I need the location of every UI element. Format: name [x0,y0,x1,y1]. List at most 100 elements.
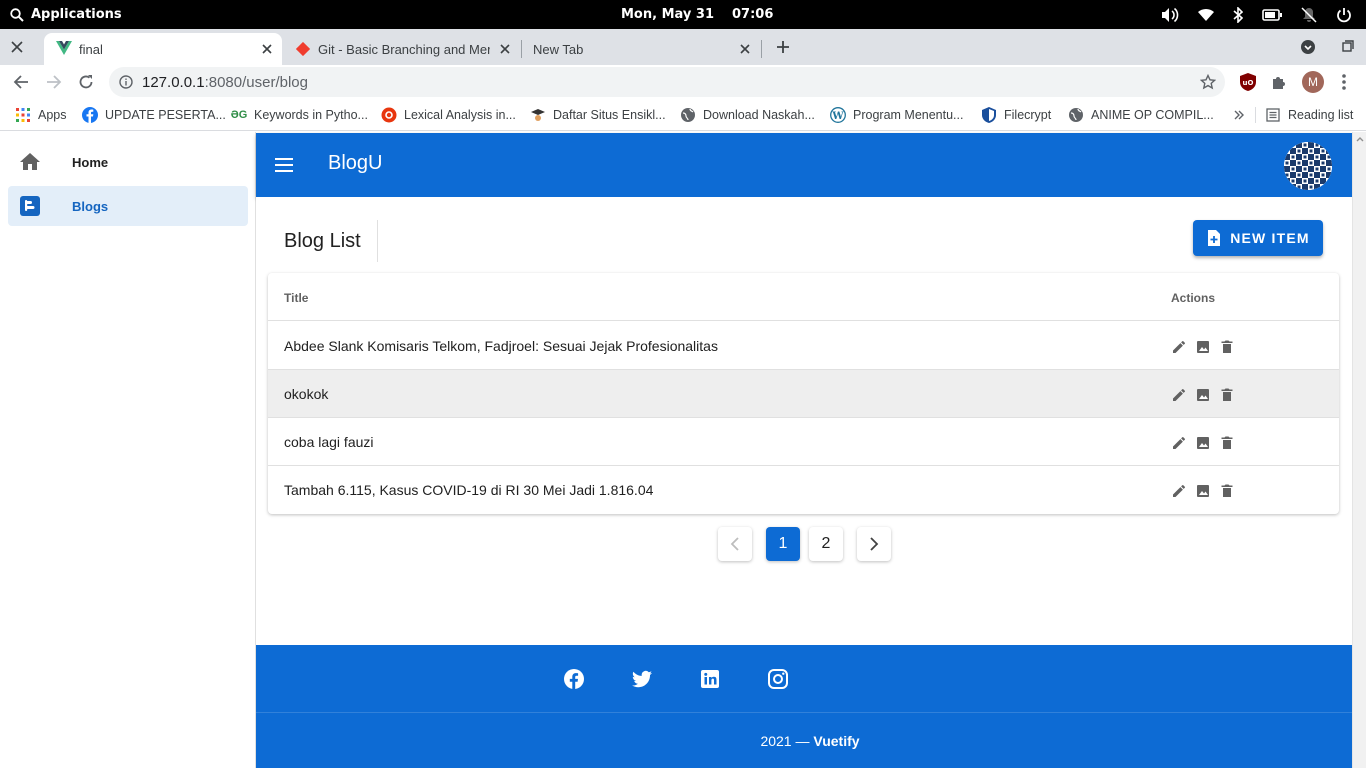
page-button-1[interactable]: 1 [766,527,800,561]
forward-arrow-icon[interactable] [46,74,62,90]
bookmark-label: Filecrypt [1004,107,1052,122]
blog-table: Title Actions Abdee Slank Komisaris Telk… [268,273,1339,514]
column-header-actions: Actions [1171,291,1216,305]
twitter-icon[interactable] [630,667,654,691]
bookmark-apps[interactable]: Apps [15,99,67,130]
table-row[interactable]: Tambah 6.115, Kasus COVID-19 di RI 30 Me… [268,466,1339,514]
close-icon[interactable] [260,42,274,56]
system-top-bar: Applications Mon, May 31 07:06 [0,0,1366,29]
bookmark-daftar-situs[interactable]: Daftar Situs Ensikl... [530,99,666,130]
battery-icon[interactable] [1262,8,1282,21]
applications-menu[interactable]: Applications [10,0,122,29]
vue-icon [56,41,72,55]
facebook-icon[interactable] [562,667,586,691]
scroll-up-icon[interactable] [1353,132,1366,146]
tab-final[interactable]: final [44,33,282,65]
copyright-separator: — [795,733,810,749]
new-item-button[interactable]: NEW ITEM [1193,220,1323,256]
nav-item-home[interactable]: Home [8,142,248,182]
page-button-2[interactable]: 2 [809,527,843,561]
image-icon[interactable] [1194,482,1212,500]
bookmark-label: ANIME OP COMPIL... [1091,107,1214,122]
tab-new-tab[interactable]: New Tab [522,33,760,65]
bookmark-lexical-analysis[interactable]: Lexical Analysis in... [381,99,516,130]
table-row[interactable]: coba lagi fauzi [268,418,1339,466]
image-icon[interactable] [1194,338,1212,356]
tab-git-branching[interactable]: Git - Basic Branching and Merg [284,33,520,65]
image-icon[interactable] [1194,386,1212,404]
copyright-brand[interactable]: Vuetify [813,733,859,749]
wordpress-icon: W [830,106,846,123]
previous-page-button[interactable] [718,527,752,561]
bluetooth-icon[interactable] [1233,6,1243,23]
delete-icon[interactable] [1218,338,1236,356]
bookmark-filecrypt[interactable]: Filecrypt [981,99,1051,130]
wifi-icon[interactable] [1198,8,1214,22]
new-tab-plus-icon[interactable] [775,39,791,55]
applications-label: Applications [31,7,122,22]
reading-list-button[interactable]: Reading list [1265,99,1353,130]
date-text: Mon, May 31 [621,7,714,22]
delete-icon[interactable] [1218,434,1236,452]
pencil-icon[interactable] [1170,386,1188,404]
clock[interactable]: Mon, May 31 07:06 [621,0,773,29]
more-bookmarks-chevron-icon[interactable] [1233,109,1245,121]
delete-icon[interactable] [1218,482,1236,500]
red-circle-icon [381,107,397,123]
delete-icon[interactable] [1218,386,1236,404]
close-icon[interactable] [498,42,512,56]
bookmark-anime-op[interactable]: ANIME OP COMPIL... [1068,99,1214,130]
app-title: BlogU [328,152,383,174]
tab-search-icon[interactable] [1300,39,1316,55]
home-icon [18,150,42,174]
table-row[interactable]: Abdee Slank Komisaris Telkom, Fadjroel: … [268,322,1339,370]
table-row[interactable]: okokok [268,370,1339,418]
system-tray[interactable] [1161,0,1352,29]
restore-window-icon[interactable] [1342,40,1354,52]
extensions-puzzle-icon[interactable] [1271,74,1287,90]
reload-icon[interactable] [78,74,94,90]
bookmark-download-naskah[interactable]: Download Naskah... [680,99,815,130]
notifications-off-icon[interactable] [1301,6,1317,23]
search-icon [10,7,24,22]
address-bar[interactable]: 127.0.0.1:8080/user/blog [109,67,1225,97]
tab-label: Git - Basic Branching and Merg [318,41,490,57]
browser-menu-icon[interactable] [1342,74,1346,90]
row-actions [1170,338,1236,356]
power-icon[interactable] [1336,7,1352,23]
copyright-text: 2021 — Vuetify [256,733,1352,749]
browser-toolbar: 127.0.0.1:8080/user/blog uO M [0,65,1366,99]
linkedin-icon[interactable] [698,667,722,691]
pencil-icon[interactable] [1170,338,1188,356]
url-host: 127.0.0.1 [142,73,205,91]
instagram-icon[interactable] [766,667,790,691]
blog-title-cell: Abdee Slank Komisaris Telkom, Fadjroel: … [284,338,718,354]
site-info-icon[interactable] [119,75,133,89]
pencil-icon[interactable] [1170,482,1188,500]
profile-avatar[interactable]: M [1302,71,1324,93]
bookmark-program-menentu[interactable]: W Program Menentu... [830,99,963,130]
hamburger-menu-icon[interactable] [272,153,296,177]
pencil-icon[interactable] [1170,434,1188,452]
ublock-origin-icon[interactable]: uO [1240,73,1256,91]
user-avatar[interactable] [1284,142,1332,190]
bookmark-update-peserta[interactable]: UPDATE PESERTA... [82,99,226,130]
nav-item-blogs[interactable]: Blogs [8,186,248,226]
table-header: Title Actions [268,273,1339,321]
reading-list-label: Reading list [1288,107,1354,122]
bookmark-keywords-python[interactable]: ƏG Keywords in Pytho... [231,99,368,130]
blog-title-cell: Tambah 6.115, Kasus COVID-19 di RI 30 Me… [284,482,654,498]
blog-title-cell: okokok [284,386,329,402]
image-icon[interactable] [1194,434,1212,452]
back-arrow-icon[interactable] [13,74,29,90]
column-header-title[interactable]: Title [284,291,308,305]
close-icon[interactable] [738,42,752,56]
next-page-button[interactable] [857,527,891,561]
page-scrollbar[interactable] [1352,132,1366,768]
volume-icon[interactable] [1161,7,1179,23]
social-links [562,667,790,691]
time-text: 07:06 [732,7,774,22]
bookmark-star-icon[interactable] [1200,74,1216,90]
file-plus-icon [1206,229,1222,247]
tab-search-close-icon[interactable] [10,40,24,54]
